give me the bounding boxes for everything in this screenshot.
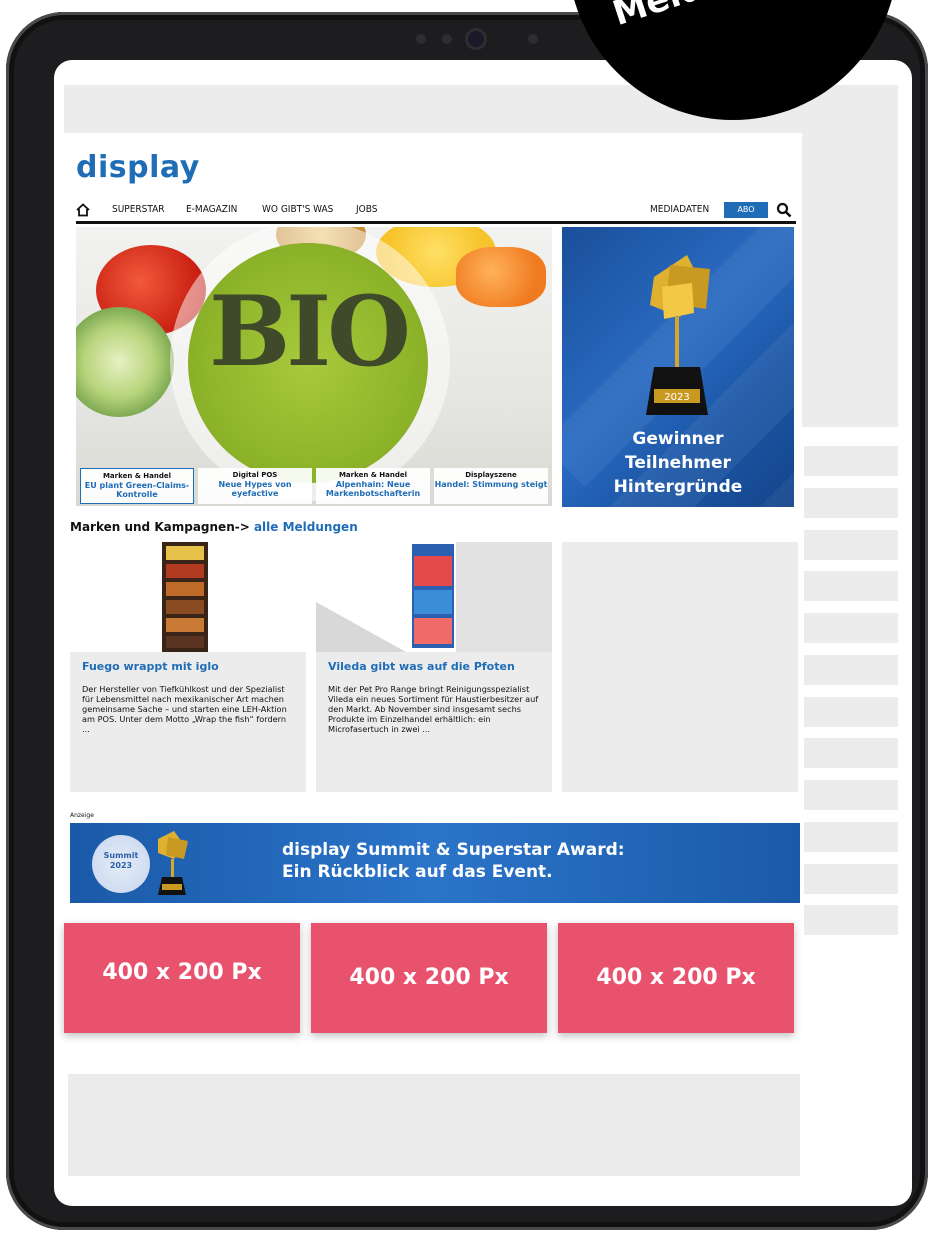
ad-slot[interactable]: 400 x 200 Px — [64, 923, 300, 1033]
side-gray-row — [804, 780, 898, 810]
side-gray-panel — [802, 133, 898, 427]
teaser-title: EU plant Green-Claims-Kontrolle — [84, 481, 190, 499]
website-page: display SUPERSTAR E-MAGAZIN WO GIBT'S WA… — [64, 142, 802, 932]
side-gray-row — [804, 530, 898, 560]
article-image[interactable] — [316, 542, 552, 652]
teaser-category: Marken & Handel — [102, 472, 172, 480]
nav-item-e-magazin[interactable]: E-MAGAZIN — [186, 204, 237, 215]
abo-button[interactable]: ABO — [724, 202, 768, 218]
article-title[interactable]: Vileda gibt was auf die Pfoten — [328, 660, 515, 673]
summit-ad-banner[interactable]: Summit 2023 display Summit & Superstar A… — [70, 823, 800, 903]
tablet-screen: display SUPERSTAR E-MAGAZIN WO GIBT'S WA… — [54, 60, 912, 1206]
teaser-category: Marken & Handel — [338, 471, 408, 479]
sensor-dot — [442, 34, 452, 44]
sensor-dot — [416, 34, 426, 44]
side-gray-row — [804, 655, 898, 685]
teaser-item[interactable]: Marken & Handel EU plant Green-Claims-Ko… — [80, 468, 194, 504]
hero-image[interactable]: BIO — [76, 227, 552, 506]
summit-ad-line2: Ein Rückblick auf das Event. — [282, 862, 553, 882]
article-card[interactable]: Fuego wrappt mit iglo Der Hersteller von… — [70, 542, 306, 792]
side-gray-row — [804, 697, 898, 727]
side-gray-row — [804, 905, 898, 935]
teaser-item[interactable]: Digital POS Neue Hypes von eyefactive — [198, 468, 312, 504]
teaser-title: Handel: Stimmung steigt — [434, 480, 548, 489]
side-gray-row — [804, 488, 898, 518]
teaser-title: Alpenhain: Neue Markenbotschafterin — [325, 480, 421, 498]
award-link-teilnehmer[interactable]: Teilnehmer — [562, 451, 794, 475]
award-links: Gewinner Teilnehmer Hintergründe — [562, 427, 794, 499]
section-title: Marken und Kampagnen-> alle Meldungen — [70, 520, 358, 534]
nav-item-superstar[interactable]: SUPERSTAR — [112, 204, 165, 215]
trophy-icon — [158, 831, 188, 895]
summit-ad-line1: display Summit & Superstar Award: — [282, 840, 625, 860]
ad-slot[interactable]: 400 x 200 Px — [311, 923, 547, 1033]
home-icon[interactable] — [76, 203, 90, 217]
side-gray-row — [804, 571, 898, 601]
teaser-category: Displayszene — [465, 471, 517, 479]
search-icon[interactable] — [776, 202, 792, 218]
award-link-hintergruende[interactable]: Hintergründe — [562, 475, 794, 499]
side-gray-row — [804, 738, 898, 768]
side-gray-row — [804, 864, 898, 894]
section-title-text: Marken und Kampagnen-> — [70, 520, 254, 534]
article-title[interactable]: Fuego wrappt mit iglo — [82, 660, 219, 673]
display-rack-image — [162, 542, 208, 652]
summit-logo: Summit 2023 — [92, 835, 150, 893]
article-excerpt: Der Hersteller von Tiefkühlkost und der … — [82, 684, 287, 734]
side-gray-row — [804, 613, 898, 643]
sensor-dot — [528, 34, 538, 44]
article-image[interactable] — [70, 542, 306, 652]
article-card[interactable]: Vileda gibt was auf die Pfoten Mit der P… — [316, 542, 552, 792]
all-news-link[interactable]: alle Meldungen — [254, 520, 358, 534]
teaser-category: Digital POS — [232, 471, 278, 479]
site-logo[interactable]: display — [76, 150, 200, 185]
award-year: 2023 — [664, 392, 689, 403]
display-stand-image — [316, 542, 552, 652]
summit-ad-text: display Summit & Superstar Award: Ein Rü… — [282, 839, 625, 883]
award-link-gewinner[interactable]: Gewinner — [562, 427, 794, 451]
bottom-gray-panel — [68, 1074, 800, 1176]
ad-label: Anzeige — [70, 812, 94, 819]
article-excerpt: Mit der Pet Pro Range bringt Reinigungss… — [328, 684, 539, 734]
carrot-shape — [456, 247, 546, 307]
article-card-placeholder — [562, 542, 798, 792]
bio-seal-text: BIO — [209, 275, 411, 388]
nav-item-mediadaten[interactable]: MEDIADATEN — [650, 204, 709, 215]
tablet-frame: display SUPERSTAR E-MAGAZIN WO GIBT'S WA… — [6, 12, 928, 1230]
teaser-title: Neue Hypes von eyefactive — [218, 480, 292, 498]
side-gray-row — [804, 822, 898, 852]
side-gray-row — [804, 446, 898, 476]
hero-teasers: Marken & Handel EU plant Green-Claims-Ko… — [80, 468, 548, 504]
nav-item-jobs[interactable]: JOBS — [356, 204, 377, 215]
trophy-icon: 2023 — [646, 255, 710, 415]
ad-slot[interactable]: 400 x 200 Px — [558, 923, 794, 1033]
teaser-item[interactable]: Displayszene Handel: Stimmung steigt — [434, 468, 548, 504]
nav-item-wo-gibts-was[interactable]: WO GIBT'S WAS — [262, 204, 333, 215]
award-banner[interactable]: 2023 Gewinner Teilnehmer Hintergründe — [562, 227, 794, 507]
main-nav: SUPERSTAR E-MAGAZIN WO GIBT'S WAS JOBS M… — [76, 202, 796, 224]
teaser-item[interactable]: Marken & Handel Alpenhain: Neue Markenbo… — [316, 468, 430, 504]
camera-icon — [468, 31, 484, 47]
